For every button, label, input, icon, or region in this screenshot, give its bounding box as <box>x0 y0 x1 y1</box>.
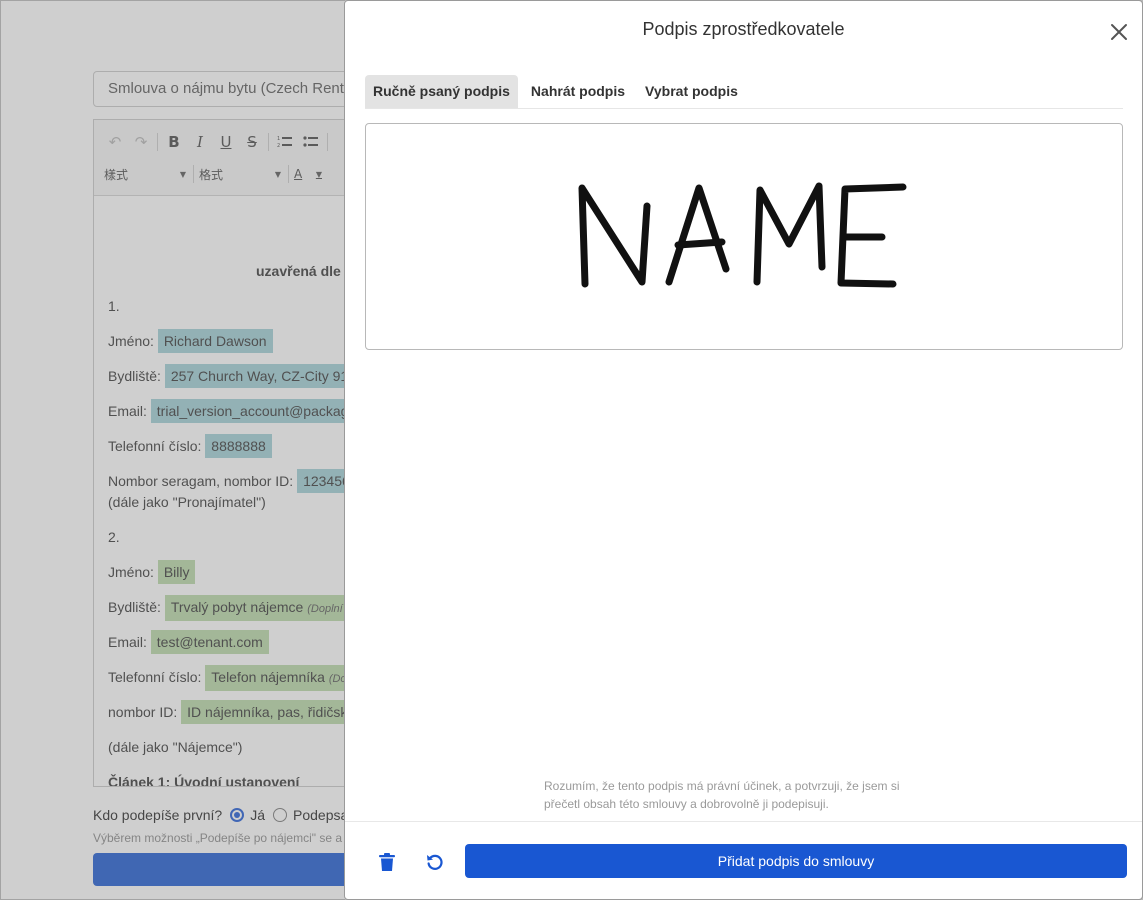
tab-upload[interactable]: Nahrát podpis <box>524 75 632 108</box>
legal-consent-text: Rozumím, že tento podpis má právní účine… <box>544 779 900 811</box>
handwritten-signature <box>578 182 907 288</box>
drawer-title: Podpis zprostředkovatele <box>642 19 845 39</box>
trash-icon[interactable] <box>374 849 400 875</box>
modal-overlay[interactable] <box>0 0 345 900</box>
undo-icon[interactable] <box>422 849 448 875</box>
signature-tabs: Ručně psaný podpis Nahrát podpis Vybrat … <box>365 75 1123 109</box>
add-signature-button[interactable]: Přidat podpis do smlouvy <box>465 844 1127 878</box>
close-icon[interactable] <box>1108 21 1130 43</box>
signature-drawer: Podpis zprostředkovatele Ručně psaný pod… <box>344 0 1143 900</box>
tab-handwritten[interactable]: Ručně psaný podpis <box>365 75 518 108</box>
tab-choose[interactable]: Vybrat podpis <box>638 75 745 108</box>
signature-canvas[interactable] <box>365 123 1123 350</box>
footer-divider <box>345 821 1142 822</box>
